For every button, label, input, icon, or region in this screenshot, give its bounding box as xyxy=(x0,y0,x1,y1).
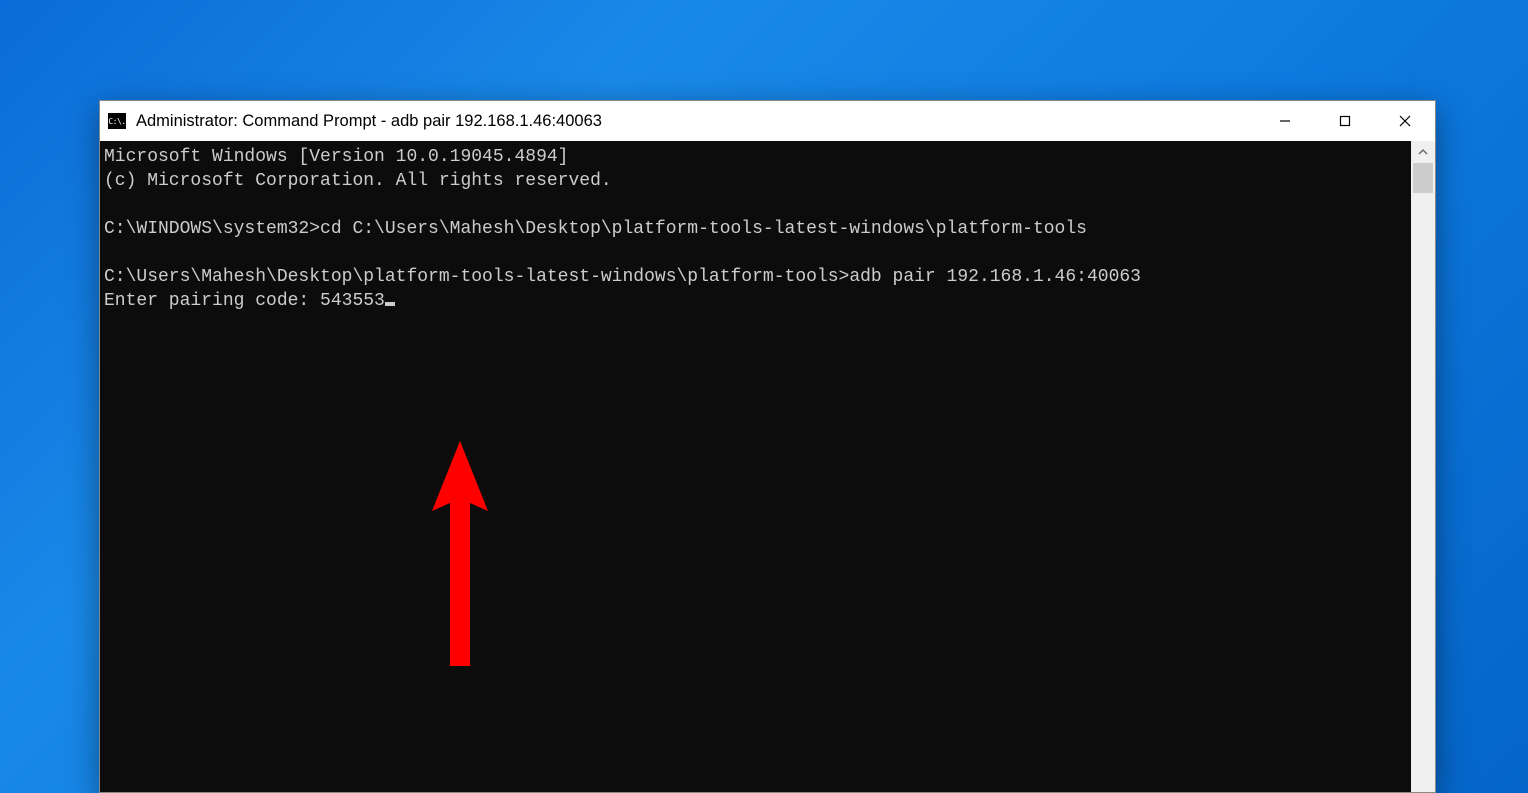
output-line: C:\WINDOWS\system32>cd C:\Users\Mahesh\D… xyxy=(104,219,1087,239)
window-controls xyxy=(1255,101,1435,141)
text-cursor xyxy=(385,302,395,306)
vertical-scrollbar[interactable] xyxy=(1411,141,1435,792)
scroll-thumb[interactable] xyxy=(1413,163,1433,193)
cmd-icon: C:\. xyxy=(108,113,126,129)
maximize-button[interactable] xyxy=(1315,101,1375,141)
window-title: Administrator: Command Prompt - adb pair… xyxy=(136,112,1255,131)
command-prompt-window: C:\. Administrator: Command Prompt - adb… xyxy=(99,100,1436,793)
prompt-label: Enter pairing code: xyxy=(104,291,320,311)
minimize-button[interactable] xyxy=(1255,101,1315,141)
output-line: C:\Users\Mahesh\Desktop\platform-tools-l… xyxy=(104,267,1141,287)
titlebar[interactable]: C:\. Administrator: Command Prompt - adb… xyxy=(100,101,1435,141)
output-line: Microsoft Windows [Version 10.0.19045.48… xyxy=(104,147,568,167)
pairing-code-input[interactable]: 543553 xyxy=(320,291,385,311)
close-button[interactable] xyxy=(1375,101,1435,141)
console-output[interactable]: Microsoft Windows [Version 10.0.19045.48… xyxy=(100,141,1411,792)
console-area: Microsoft Windows [Version 10.0.19045.48… xyxy=(100,141,1435,792)
scroll-up-button[interactable] xyxy=(1411,141,1435,163)
output-line: (c) Microsoft Corporation. All rights re… xyxy=(104,171,612,191)
